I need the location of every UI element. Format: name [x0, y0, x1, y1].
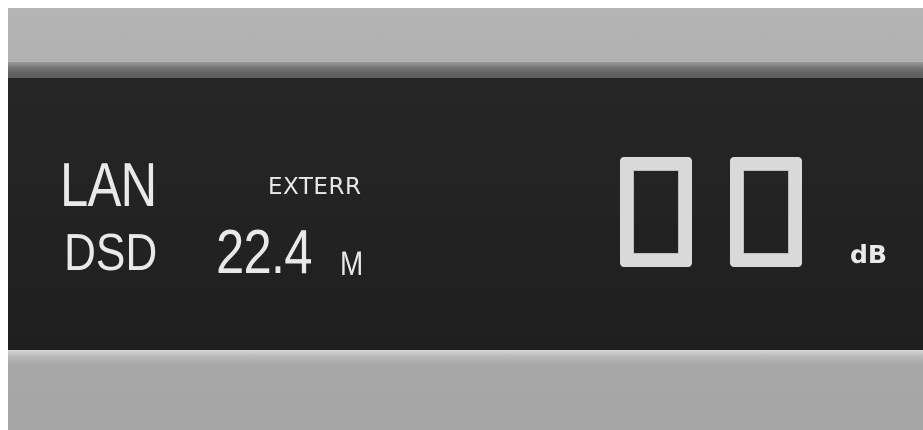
volume-digit-2: 0 — [730, 157, 802, 267]
display-bezel-top — [8, 62, 923, 78]
volume-digit-1-value: 0 — [633, 170, 634, 171]
display-bezel-bottom — [8, 350, 923, 364]
volume-readout: 0 0 — [620, 157, 802, 267]
volume-digit-1: 0 — [620, 157, 692, 267]
sample-rate-value: 22.4 — [216, 218, 312, 287]
volume-unit-label: dB — [850, 240, 887, 269]
clock-indicator-label: EXTERR — [268, 174, 362, 200]
volume-digit-2-value: 0 — [743, 170, 744, 171]
audio-format-label: DSD — [64, 224, 158, 282]
input-source-label: LAN — [60, 151, 157, 220]
sample-rate-unit: M — [340, 245, 364, 283]
